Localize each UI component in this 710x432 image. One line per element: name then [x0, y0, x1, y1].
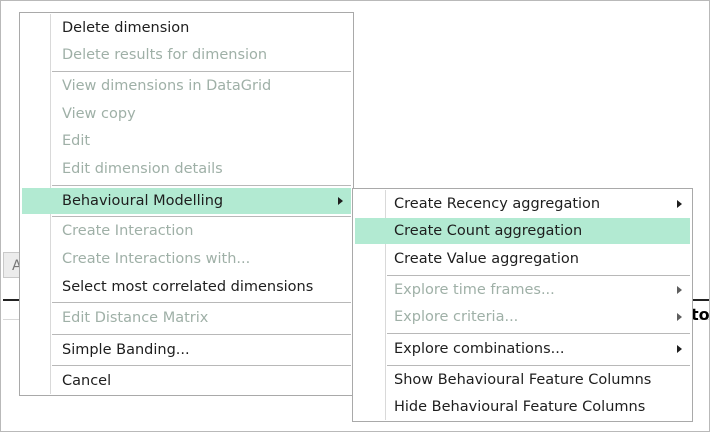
menu-item-behavioural-modelling[interactable]: Behavioural Modelling [22, 188, 351, 214]
menu-item-label: Show Behavioural Feature Columns [394, 372, 652, 388]
submenu-item-explore-combinations[interactable]: Explore combinations... [355, 336, 690, 362]
submenu-item-explore-time-frames[interactable]: Explore time frames... [355, 277, 690, 303]
submenu-arrow-icon [677, 313, 682, 321]
menu-item-select-most-correlated[interactable]: Select most correlated dimensions [22, 274, 351, 300]
menu-item-label: Explore time frames... [394, 282, 555, 298]
menu-item-create-interactions-with[interactable]: Create Interactions with... [22, 246, 351, 272]
menu-item-label: View dimensions in DataGrid [62, 78, 272, 94]
menu-item-label: Create Interaction [62, 223, 194, 239]
menu-item-delete-results[interactable]: Delete results for dimension [22, 42, 351, 68]
context-menu: Delete dimension Delete results for dime… [19, 12, 354, 396]
menu-separator [52, 334, 351, 335]
menu-item-label: Explore combinations... [394, 341, 565, 357]
menu-item-label: View copy [62, 106, 136, 122]
menu-item-edit-distance-matrix[interactable]: Edit Distance Matrix [22, 305, 351, 331]
submenu-item-create-recency-aggregation[interactable]: Create Recency aggregation [355, 191, 690, 217]
menu-separator [52, 302, 351, 303]
menu-item-label: Delete results for dimension [62, 47, 268, 63]
menu-item-edit-dimension-details[interactable]: Edit dimension details [22, 156, 351, 182]
menu-item-label: Simple Banding... [62, 342, 190, 358]
submenu-item-create-count-aggregation[interactable]: Create Count aggregation [355, 218, 690, 244]
menu-item-view-in-datagrid[interactable]: View dimensions in DataGrid [22, 73, 351, 99]
menu-item-label: Create Recency aggregation [394, 196, 601, 212]
menu-item-simple-banding[interactable]: Simple Banding... [22, 337, 351, 363]
menu-item-label: Create Value aggregation [394, 251, 579, 267]
submenu-item-show-feature-columns[interactable]: Show Behavioural Feature Columns [355, 367, 690, 393]
submenu-item-hide-feature-columns[interactable]: Hide Behavioural Feature Columns [355, 394, 690, 420]
menu-item-label: Edit dimension details [62, 161, 223, 177]
behavioural-modelling-submenu: Create Recency aggregation Create Count … [352, 188, 693, 422]
menu-item-label: Behavioural Modelling [62, 193, 224, 209]
menu-separator [387, 275, 690, 276]
menu-item-view-copy[interactable]: View copy [22, 101, 351, 127]
submenu-item-create-value-aggregation[interactable]: Create Value aggregation [355, 246, 690, 272]
menu-item-label: Edit Distance Matrix [62, 310, 209, 326]
menu-separator [387, 365, 690, 366]
menu-separator [52, 185, 351, 186]
menu-item-cancel[interactable]: Cancel [22, 368, 351, 394]
submenu-arrow-icon [677, 200, 682, 208]
grid-column-header: to [691, 305, 710, 324]
menu-item-label: Create Count aggregation [394, 223, 583, 239]
menu-separator [52, 71, 351, 72]
menu-item-label: Edit [62, 133, 91, 149]
menu-item-label: Hide Behavioural Feature Columns [394, 399, 646, 415]
menu-item-label: Create Interactions with... [62, 251, 251, 267]
submenu-arrow-icon [338, 197, 343, 205]
menu-separator [52, 365, 351, 366]
menu-item-label: Select most correlated dimensions [62, 279, 314, 295]
menu-item-label: Delete dimension [62, 20, 190, 36]
menu-separator [387, 333, 690, 334]
menu-item-delete-dimension[interactable]: Delete dimension [22, 15, 351, 41]
submenu-arrow-icon [677, 345, 682, 353]
submenu-arrow-icon [677, 286, 682, 294]
submenu-item-explore-criteria[interactable]: Explore criteria... [355, 304, 690, 330]
menu-item-label: Cancel [62, 373, 112, 389]
menu-item-edit[interactable]: Edit [22, 128, 351, 154]
menu-item-create-interaction[interactable]: Create Interaction [22, 218, 351, 244]
menu-item-label: Explore criteria... [394, 309, 519, 325]
menu-separator [52, 216, 351, 217]
